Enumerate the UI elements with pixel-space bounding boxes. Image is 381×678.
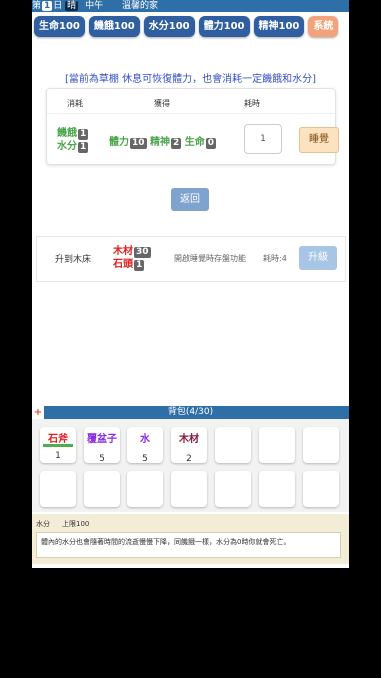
upgrade-cost-value: 30 xyxy=(134,247,151,258)
backpack-slot-14[interactable] xyxy=(303,471,339,507)
backpack-slot-5[interactable] xyxy=(215,427,251,463)
stat-health-button[interactable]: 生命100 xyxy=(34,16,85,37)
backpack-slot-13[interactable] xyxy=(259,471,295,507)
item-name: 水 xyxy=(140,434,150,445)
gain-value: 2 xyxy=(171,138,182,149)
day-suffix: 日 xyxy=(53,1,63,11)
gain-label: 生命 xyxy=(184,137,205,148)
info-name: 水分 xyxy=(36,520,50,528)
time-of-day: 中午 xyxy=(85,1,104,11)
rest-cost: 饑餓 1 水分 1 xyxy=(57,127,89,153)
item-name: 覆盆子 xyxy=(87,434,117,445)
day-prefix: 第 xyxy=(32,1,42,11)
info-limit: 上限100 xyxy=(62,520,90,528)
durability-bar xyxy=(43,444,73,447)
backpack-slot-4[interactable]: 木材 2 xyxy=(171,427,207,464)
sleep-button[interactable]: 睡覺 xyxy=(299,127,339,153)
backpack-slot-7[interactable] xyxy=(303,427,339,463)
location-name: 溫馨的家 xyxy=(121,1,158,11)
upgrade-name: 升到木床 xyxy=(55,255,92,265)
stat-water-button[interactable]: 水分100 xyxy=(143,16,195,37)
stat-spirit-button[interactable]: 精神100 xyxy=(253,16,305,37)
item-info-panel: 水分 上限100 體內的水分也會隨著時間的流逝慢慢下降，同饑餓一樣，水分為0時你就… xyxy=(32,514,349,564)
backpack-slot-10[interactable] xyxy=(127,471,163,507)
status-bar: 第1日 晴 中午 溫馨的家 xyxy=(32,0,349,12)
cost-label: 饑餓 xyxy=(57,128,77,139)
backpack-slot-9[interactable] xyxy=(84,471,120,507)
backpack-slot-2[interactable]: 覆盆子 5 xyxy=(84,427,120,464)
rest-gain: 體力 10 精神 2 生命 0 xyxy=(109,133,217,149)
cost-label: 水分 xyxy=(57,141,77,152)
gain-label: 體力 xyxy=(109,137,129,148)
day-number: 1 xyxy=(42,1,53,11)
header-divider xyxy=(47,113,335,114)
cost-value: 1 xyxy=(78,129,89,140)
stat-hunger-button[interactable]: 饑餓100 xyxy=(88,16,140,37)
item-count: 2 xyxy=(186,454,192,464)
gain-label: 精神 xyxy=(150,137,171,148)
upgrade-cost-label: 木材 xyxy=(113,246,133,257)
upgrade-cost: 木材 30 石頭 1 xyxy=(113,245,161,271)
backpack-slot-6[interactable] xyxy=(259,427,295,463)
backpack-slot-11[interactable] xyxy=(171,471,207,507)
item-count: 1 xyxy=(55,451,61,461)
info-title: 水分 上限100 xyxy=(36,519,89,529)
item-name: 木材 xyxy=(179,434,199,445)
time-header: 耗時 xyxy=(244,99,260,108)
backpack-slot-1[interactable]: 石斧 1 xyxy=(40,427,76,463)
backpack-slot-3[interactable]: 水 5 xyxy=(127,427,163,464)
game-screen: 第1日 晴 中午 溫馨的家 生命100 饑餓100 水分100 體力100 精神… xyxy=(32,0,349,568)
weather-badge: 晴 xyxy=(65,1,79,11)
item-count: 5 xyxy=(99,454,105,464)
upgrade-time: 耗時:4 xyxy=(263,254,287,263)
cost-header: 消耗 xyxy=(67,99,83,108)
location-notice: [當前為草棚 休息可恢復體力，也會消耗一定饑餓和水分] xyxy=(65,74,316,85)
backpack-grid: 石斧 1 覆盆子 5 水 5 木材 2 xyxy=(32,419,349,512)
backpack-slot-8[interactable] xyxy=(40,471,76,507)
upgrade-desc: 開啟睡覺時存盤功能 xyxy=(174,254,246,263)
cost-value: 1 xyxy=(78,142,89,153)
rest-time-input[interactable]: 1 xyxy=(244,124,282,154)
upgrade-button[interactable]: 升級 xyxy=(299,246,337,270)
backpack-title: 背包(4/30) xyxy=(32,406,349,419)
upgrade-row: 升到木床 木材 30 石頭 1 開啟睡覺時存盤功能 耗時:4 升級 xyxy=(36,236,346,282)
backpack-slot-12[interactable] xyxy=(215,471,251,507)
backpack-expand-button[interactable]: + xyxy=(32,406,44,419)
gain-value: 10 xyxy=(130,138,147,149)
info-description: 體內的水分也會隨著時間的流逝慢慢下降，同饑餓一樣，水分為0時你就會死亡。 xyxy=(36,532,341,558)
back-button[interactable]: 返回 xyxy=(171,188,209,211)
rest-card: 消耗 獲得 耗時 饑餓 1 水分 1 體力 10 精神 2 生命 0 1 睡覺 xyxy=(46,88,339,165)
item-name: 石斧 xyxy=(48,434,68,445)
gain-header: 獲得 xyxy=(154,99,170,108)
item-count: 5 xyxy=(142,454,148,464)
stat-bar: 生命100 饑餓100 水分100 體力100 精神100 系統 xyxy=(34,16,339,37)
upgrade-cost-label: 石頭 xyxy=(113,259,133,270)
system-button[interactable]: 系統 xyxy=(308,16,339,37)
stat-stamina-button[interactable]: 體力100 xyxy=(198,16,250,37)
gain-value: 0 xyxy=(205,138,217,149)
upgrade-cost-value: 1 xyxy=(134,260,145,271)
